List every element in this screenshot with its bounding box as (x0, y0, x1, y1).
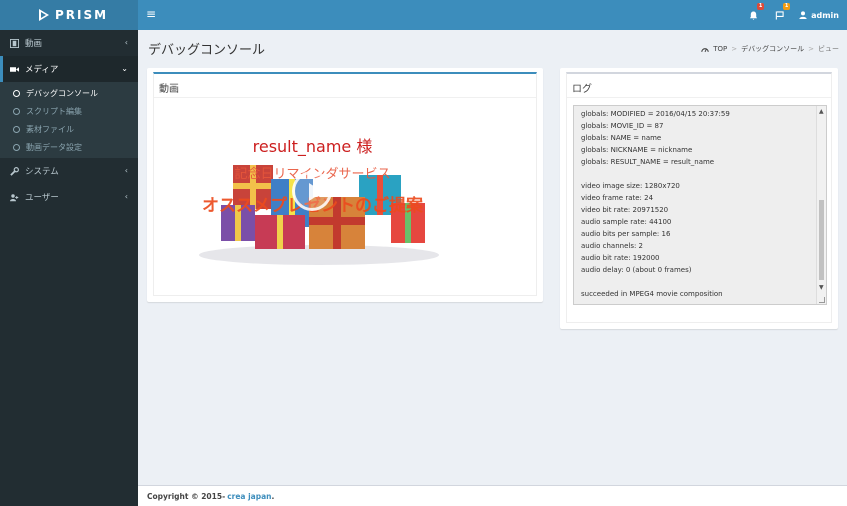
logo[interactable]: PRISM (0, 0, 138, 30)
log-lines: globals: MODIFIED = 2016/04/15 20:37:59 … (581, 108, 814, 300)
log-scrollbar[interactable]: ▲ ▼ (816, 106, 826, 304)
user-name: admin (811, 10, 839, 20)
log-line: globals: NICKNAME = nickname (581, 146, 693, 154)
sidebar-item-media[interactable]: メディア ⌄ (0, 56, 138, 82)
footer-company-link[interactable]: crea japan (227, 492, 271, 501)
user-icon (799, 11, 807, 19)
notifications-button[interactable]: 1 (747, 3, 765, 21)
sidebar: 動画 ‹ メディア ⌄ デバッグコンソール スクリプト編集 素材ファイル 動画デ… (0, 30, 138, 506)
log-line: globals: MODIFIED = 2016/04/15 20:37:59 (581, 110, 730, 118)
top-navbar: ≡ 1 1 admin (138, 0, 847, 30)
footer-period: . (271, 491, 275, 501)
log-line: globals: MOVIE_ID = 87 (581, 122, 664, 130)
chevron-left-icon: ‹ (124, 192, 128, 201)
breadcrumb-view: ビュー (818, 45, 839, 53)
wrench-icon (10, 166, 19, 176)
add-user-icon (10, 193, 19, 202)
circle-icon (13, 107, 20, 115)
submenu-label: スクリプト編集 (26, 106, 82, 116)
video-overlay-title: result_name 様 (252, 137, 373, 156)
sidebar-item-users[interactable]: ユーザー ‹ (0, 184, 138, 210)
media-submenu: デバッグコンソール スクリプト編集 素材ファイル 動画データ設定 (0, 82, 138, 158)
video-camera-icon (10, 65, 19, 74)
video-box: 動画 result_name 様 記念日リマインダサービス オススメプレゼントの… (147, 68, 543, 302)
logo-text: PRISM (55, 8, 109, 22)
log-line: audio bit rate: 192000 (581, 254, 660, 262)
flags-button[interactable]: 1 (773, 3, 791, 21)
footer: Copyright © 2015- crea japan . (138, 485, 847, 506)
submenu-label: 動画データ設定 (26, 142, 82, 152)
log-panel: ログ globals: MODIFIED = 2016/04/15 20:37:… (566, 72, 832, 323)
notifications-badge: 1 (757, 3, 765, 10)
sidebar-item-label: システム (25, 167, 59, 177)
circle-icon (13, 143, 20, 151)
flag-icon (775, 10, 784, 20)
video-panel: 動画 result_name 様 記念日リマインダサービス オススメプレゼントの… (153, 72, 537, 296)
breadcrumb: TOP > デバッグコンソール > ビュー (701, 44, 839, 54)
log-line: audio channels: 2 (581, 242, 644, 250)
sidebar-toggle-icon[interactable]: ≡ (146, 8, 156, 20)
scrollbar-thumb[interactable] (819, 200, 824, 280)
log-line: audio bits per sample: 16 (581, 230, 671, 238)
log-line: video bit rate: 20971520 (581, 206, 669, 214)
submenu-asset-files[interactable]: 素材ファイル (0, 120, 138, 138)
log-line: video image size: 1280x720 (581, 182, 680, 190)
sidebar-item-label: ユーザー (25, 193, 59, 203)
dashboard-icon (701, 47, 709, 52)
scroll-up-icon[interactable]: ▲ (819, 108, 824, 115)
bell-icon (749, 10, 757, 20)
submenu-debug-console[interactable]: デバッグコンソール (0, 84, 138, 102)
content-area: デバッグコンソール TOP > デバッグコンソール > ビュー 動画 resul… (138, 30, 847, 485)
page-title: デバッグコンソール (148, 43, 266, 58)
scroll-down-icon[interactable]: ▼ (819, 284, 824, 291)
submenu-label: 素材ファイル (26, 124, 74, 134)
log-line: globals: RESULT_NAME = result_name (581, 158, 715, 166)
breadcrumb-debug-console[interactable]: デバッグコンソール (741, 44, 804, 54)
circle-icon (13, 89, 20, 97)
divider (154, 97, 536, 98)
video-box-title: 動画 (159, 84, 179, 95)
flags-badge: 1 (783, 3, 791, 10)
submenu-script-edit[interactable]: スクリプト編集 (0, 102, 138, 120)
breadcrumb-top[interactable]: TOP (713, 45, 727, 53)
circle-icon (13, 125, 20, 133)
sidebar-item-label: メディア (25, 65, 59, 75)
sidebar-item-video[interactable]: 動画 ‹ (0, 30, 138, 56)
submenu-video-data-settings[interactable]: 動画データ設定 (0, 138, 138, 156)
log-box: ログ globals: MODIFIED = 2016/04/15 20:37:… (560, 68, 838, 329)
resize-handle-icon[interactable] (819, 297, 825, 303)
navbar-right: 1 1 admin (747, 0, 839, 30)
chevron-down-icon: ⌄ (121, 64, 128, 73)
log-line: succeeded in MPEG4 movie composition (581, 290, 723, 298)
log-box-title: ログ (572, 84, 592, 95)
divider (567, 97, 831, 98)
logo-icon (39, 9, 49, 21)
chevron-left-icon: ‹ (124, 38, 128, 47)
play-icon[interactable] (292, 171, 332, 211)
film-icon (10, 38, 19, 48)
user-menu[interactable]: admin (799, 11, 839, 20)
sidebar-item-label: 動画 (25, 39, 43, 49)
submenu-label: デバッグコンソール (26, 88, 98, 98)
log-textarea[interactable]: globals: MODIFIED = 2016/04/15 20:37:59 … (573, 105, 827, 305)
log-line: globals: NAME = name (581, 134, 662, 142)
breadcrumb-separator: > (808, 45, 814, 53)
breadcrumb-separator: > (731, 45, 738, 53)
log-line: video frame rate: 24 (581, 194, 654, 202)
chevron-left-icon: ‹ (124, 166, 128, 175)
log-line: audio sample rate: 44100 (581, 218, 672, 226)
footer-copyright: Copyright © 2015- (147, 491, 226, 501)
video-player[interactable]: result_name 様 記念日リマインダサービス オススメプレゼントのご提案 (159, 105, 466, 275)
log-line: audio delay: 0 (about 0 frames) (581, 266, 692, 274)
sidebar-item-system[interactable]: システム ‹ (0, 158, 138, 184)
